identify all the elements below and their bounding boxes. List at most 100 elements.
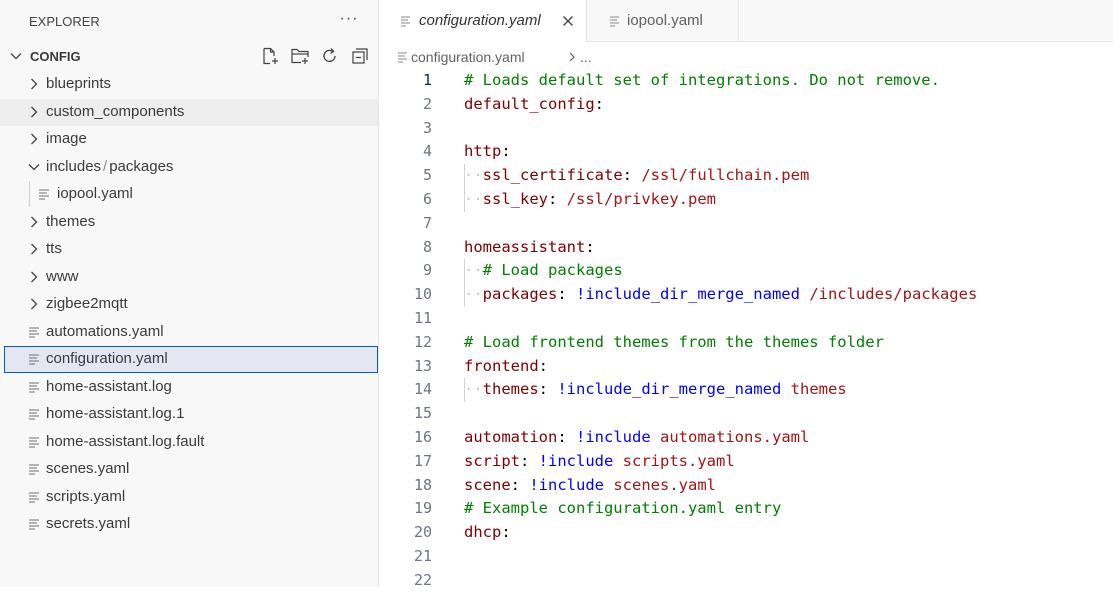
code-token: ssl_key — [482, 190, 548, 208]
tree-item-scenes-yaml[interactable]: scenes.yaml — [0, 456, 378, 483]
code-text: ··packages: !include_dir_merge_named /in… — [464, 285, 977, 303]
tree-item-label: scenes.yaml — [46, 460, 130, 477]
code-line[interactable]: 15 — [380, 402, 1113, 426]
code-line[interactable]: 8 homeassistant: — [380, 236, 1113, 260]
file-lines-icon — [29, 381, 39, 393]
tree-item-label: themes — [46, 212, 96, 230]
code-token: scene — [464, 475, 511, 494]
line-number: 18 — [413, 475, 432, 494]
line-number: 13 — [413, 356, 432, 375]
tree-item-tts[interactable]: tts — [0, 236, 378, 263]
code-token: /includes/packages — [809, 285, 978, 304]
code-token: : — [538, 380, 558, 399]
code-line[interactable]: 14 ··themes: !include_dir_merge_named the… — [380, 378, 1113, 403]
explorer-sidebar: EXPLORER ··· CONFIG blueprints custom_co… — [0, 0, 379, 587]
tree-item-label: configuration.yaml — [46, 349, 168, 367]
code-line[interactable]: 9 ··# Load packages — [380, 259, 1113, 284]
chevron-right-icon — [31, 133, 38, 145]
tree-item-includes-packages[interactable]: includes / packages — [0, 154, 378, 181]
file-lines-icon — [29, 326, 39, 338]
code-token: # Load packages — [482, 261, 623, 280]
tree-item-www[interactable]: www — [0, 264, 378, 291]
tree-item-home-assistant-log-fault[interactable]: home-assistant.log.fault — [0, 429, 378, 456]
code-token: packages — [482, 285, 558, 304]
code-token: : — [594, 94, 604, 113]
tree-item-label: image — [46, 130, 87, 147]
code-line[interactable]: 17 script: !include scripts.yaml — [380, 450, 1113, 474]
tree-item-secrets-yaml[interactable]: secrets.yaml — [0, 511, 378, 538]
more-actions-button[interactable]: ··· — [338, 8, 360, 32]
refresh-icon[interactable] — [320, 46, 340, 66]
tree-item-zigbee2mqtt[interactable]: zigbee2mqtt — [0, 291, 378, 318]
code-token: : — [520, 451, 539, 470]
code-token: : — [622, 166, 642, 185]
code-line[interactable]: 18 scene: !include scenes.yaml — [380, 474, 1113, 498]
path-separator: / — [103, 157, 108, 175]
line-number: 2 — [422, 94, 432, 113]
code-text: default_config: — [464, 95, 604, 113]
new-file-icon[interactable] — [260, 46, 280, 66]
line-number: 12 — [413, 332, 432, 351]
file-lines-icon — [39, 189, 49, 200]
code-line[interactable]: 6 ··ssl_key: /ssl/privkey.pem — [380, 188, 1113, 212]
close-icon[interactable] — [560, 13, 576, 29]
code-line[interactable]: 22 — [380, 569, 1113, 593]
code-token: : — [557, 285, 576, 304]
code-line[interactable]: 16 automation: !include automations.yaml — [380, 426, 1113, 450]
code-text: http: — [464, 142, 511, 160]
code-line[interactable]: 4 http: — [380, 140, 1113, 164]
code-editor[interactable]: 1 # Loads default set of integrations. Do… — [380, 69, 1113, 589]
code-token: automations.yaml — [660, 428, 810, 446]
tree-item-themes[interactable]: themes — [0, 209, 378, 236]
code-line[interactable]: 3 — [380, 117, 1113, 141]
tree-item-image[interactable]: image — [0, 126, 378, 153]
code-line[interactable]: 7 — [380, 212, 1113, 236]
tree-item-configuration-yaml[interactable]: configuration.yaml — [4, 345, 378, 373]
whitespace-marker: ·· — [464, 261, 483, 280]
folder-section-header[interactable]: CONFIG — [0, 44, 378, 68]
collapse-all-icon[interactable] — [350, 46, 370, 66]
line-number: 16 — [413, 428, 432, 446]
line-number: 10 — [413, 285, 432, 304]
code-line[interactable]: 20 dhcp: — [380, 521, 1113, 545]
breadcrumb-file[interactable]: configuration.yaml — [411, 49, 525, 65]
file-lines-icon — [29, 353, 39, 365]
code-line[interactable]: 1 # Loads default set of integrations. Do… — [380, 69, 1113, 93]
line-number: 1 — [422, 71, 432, 89]
file-lines-icon — [610, 16, 619, 27]
tree-item-home-assistant-log-1[interactable]: home-assistant.log.1 — [0, 401, 378, 428]
tree-item-label: secrets.yaml — [46, 515, 131, 532]
code-line[interactable]: 5 ··ssl_certificate: /ssl/fullchain.pem — [380, 164, 1113, 188]
tree-item-home-assistant-log[interactable]: home-assistant.log — [0, 374, 378, 401]
line-number: 22 — [413, 570, 432, 589]
code-line[interactable]: 2 default_config: — [380, 93, 1113, 117]
breadcrumb-symbols[interactable]: ... — [580, 49, 592, 65]
tab-configuration-yaml[interactable]: configuration.yaml — [380, 0, 587, 43]
line-number: 5 — [422, 166, 432, 185]
file-lines-icon — [29, 464, 39, 475]
code-text: # Loads default set of integrations. Do … — [464, 71, 940, 89]
chevron-down-icon — [28, 163, 40, 170]
folder-section-title: CONFIG — [30, 49, 81, 64]
code-line[interactable]: 21 — [380, 545, 1113, 569]
compact-folder-packages[interactable]: packages — [109, 158, 173, 175]
new-folder-icon[interactable] — [290, 46, 310, 66]
tree-item-automations-yaml[interactable]: automations.yaml — [0, 319, 378, 346]
tree-item-custom-components[interactable]: custom_components — [0, 98, 378, 126]
code-line[interactable]: 13 frontend: — [380, 355, 1113, 379]
tree-item-label: includes / packages — [46, 158, 173, 175]
code-line[interactable]: 12 # Load frontend themes from the themes… — [380, 331, 1113, 355]
tree-item-blueprints[interactable]: blueprints — [0, 71, 378, 98]
code-token: homeassistant — [464, 237, 586, 256]
tree-item-iopool-yaml[interactable]: iopool.yaml — [0, 181, 378, 208]
explorer-header: EXPLORER ··· — [0, 0, 378, 42]
tab-label: configuration.yaml — [419, 12, 541, 29]
code-line[interactable]: 10 ··packages: !include_dir_merge_named /… — [380, 283, 1113, 307]
code-line[interactable]: 11 — [380, 307, 1113, 331]
tab-iopool-yaml[interactable]: iopool.yaml — [587, 0, 739, 42]
compact-folder-includes[interactable]: includes — [46, 158, 101, 175]
code-token: scenes.yaml — [613, 475, 716, 494]
code-line[interactable]: 19 # Example configuration.yaml entry — [380, 497, 1113, 521]
tree-item-scripts-yaml[interactable]: scripts.yaml — [0, 484, 378, 511]
